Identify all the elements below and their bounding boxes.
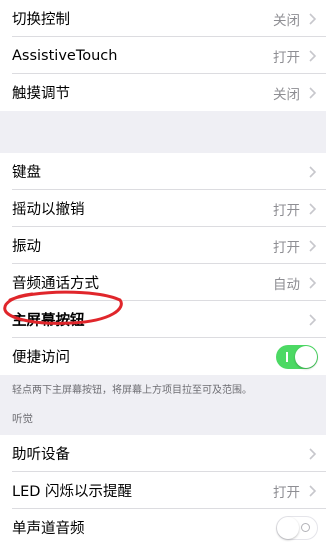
row-label: 便捷访问 bbox=[12, 350, 70, 366]
row-vibration[interactable]: 振动 打开 bbox=[0, 227, 326, 264]
row-label: AssistiveTouch bbox=[12, 47, 118, 64]
accessibility-interaction-group: 切换控制 关闭 AssistiveTouch 打开 触摸调节 关闭 bbox=[0, 0, 326, 111]
row-assistivetouch[interactable]: AssistiveTouch 打开 bbox=[0, 37, 326, 74]
toggle-knob bbox=[277, 516, 299, 539]
row-value: 打开 bbox=[273, 202, 300, 219]
row-value: 打开 bbox=[273, 484, 300, 501]
row-label: 音频通话方式 bbox=[12, 276, 99, 292]
row-value: 打开 bbox=[273, 239, 300, 256]
row-label: 摇动以撤销 bbox=[12, 202, 85, 218]
row-mono-audio: 单声道音频 bbox=[0, 509, 326, 546]
row-shake-to-undo[interactable]: 摇动以撤销 打开 bbox=[0, 190, 326, 227]
row-led-flash-alerts[interactable]: LED 闪烁以示提醒 打开 bbox=[0, 472, 326, 509]
reachability-footnote: 轻点两下主屏幕按钮，将屏幕上方项目拉至可及范围。 bbox=[12, 385, 252, 396]
chevron-right-icon bbox=[309, 12, 317, 25]
row-hearing-devices[interactable]: 助听设备 bbox=[0, 435, 326, 472]
row-home-button[interactable]: 主屏幕按钮 bbox=[0, 301, 326, 338]
row-touch-accommodations[interactable]: 触摸调节 关闭 bbox=[0, 74, 326, 111]
accessibility-hearing-group: 助听设备 LED 闪烁以示提醒 打开 单声道音频 bbox=[0, 435, 326, 546]
toggle-on-mark-icon bbox=[286, 351, 288, 362]
chevron-right-icon bbox=[309, 202, 317, 215]
row-switch-control[interactable]: 切换控制 关闭 bbox=[0, 0, 326, 37]
mono-audio-toggle[interactable] bbox=[276, 515, 318, 540]
row-label: 主屏幕按钮 bbox=[12, 313, 85, 329]
accessibility-physical-group: 键盘 摇动以撤销 打开 振动 打开 音频通话方式 自动 主屏幕按钮 便捷访问 bbox=[0, 153, 326, 375]
row-keyboard[interactable]: 键盘 bbox=[0, 153, 326, 190]
row-label: 助听设备 bbox=[12, 447, 70, 463]
chevron-right-icon bbox=[309, 49, 317, 62]
row-reachability: 便捷访问 bbox=[0, 338, 326, 375]
row-value: 打开 bbox=[273, 49, 300, 66]
row-label: 键盘 bbox=[12, 165, 41, 181]
row-call-audio-routing[interactable]: 音频通话方式 自动 bbox=[0, 264, 326, 301]
row-value: 自动 bbox=[273, 276, 300, 293]
row-label: 触摸调节 bbox=[12, 86, 70, 102]
chevron-right-icon bbox=[309, 239, 317, 252]
chevron-right-icon bbox=[309, 484, 317, 497]
row-value: 关闭 bbox=[273, 86, 300, 103]
chevron-right-icon bbox=[309, 86, 317, 99]
row-label: 切换控制 bbox=[12, 12, 70, 28]
chevron-right-icon bbox=[309, 313, 317, 326]
row-label: LED 闪烁以示提醒 bbox=[12, 484, 133, 500]
chevron-right-icon bbox=[309, 447, 317, 460]
toggle-knob bbox=[295, 345, 317, 368]
row-label: 振动 bbox=[12, 239, 41, 255]
row-value: 关闭 bbox=[273, 12, 300, 29]
hearing-section-header: 听觉 bbox=[12, 413, 33, 425]
chevron-right-icon bbox=[309, 276, 317, 289]
row-label: 单声道音频 bbox=[12, 521, 85, 537]
reachability-toggle[interactable] bbox=[276, 344, 318, 369]
chevron-right-icon bbox=[309, 165, 317, 178]
